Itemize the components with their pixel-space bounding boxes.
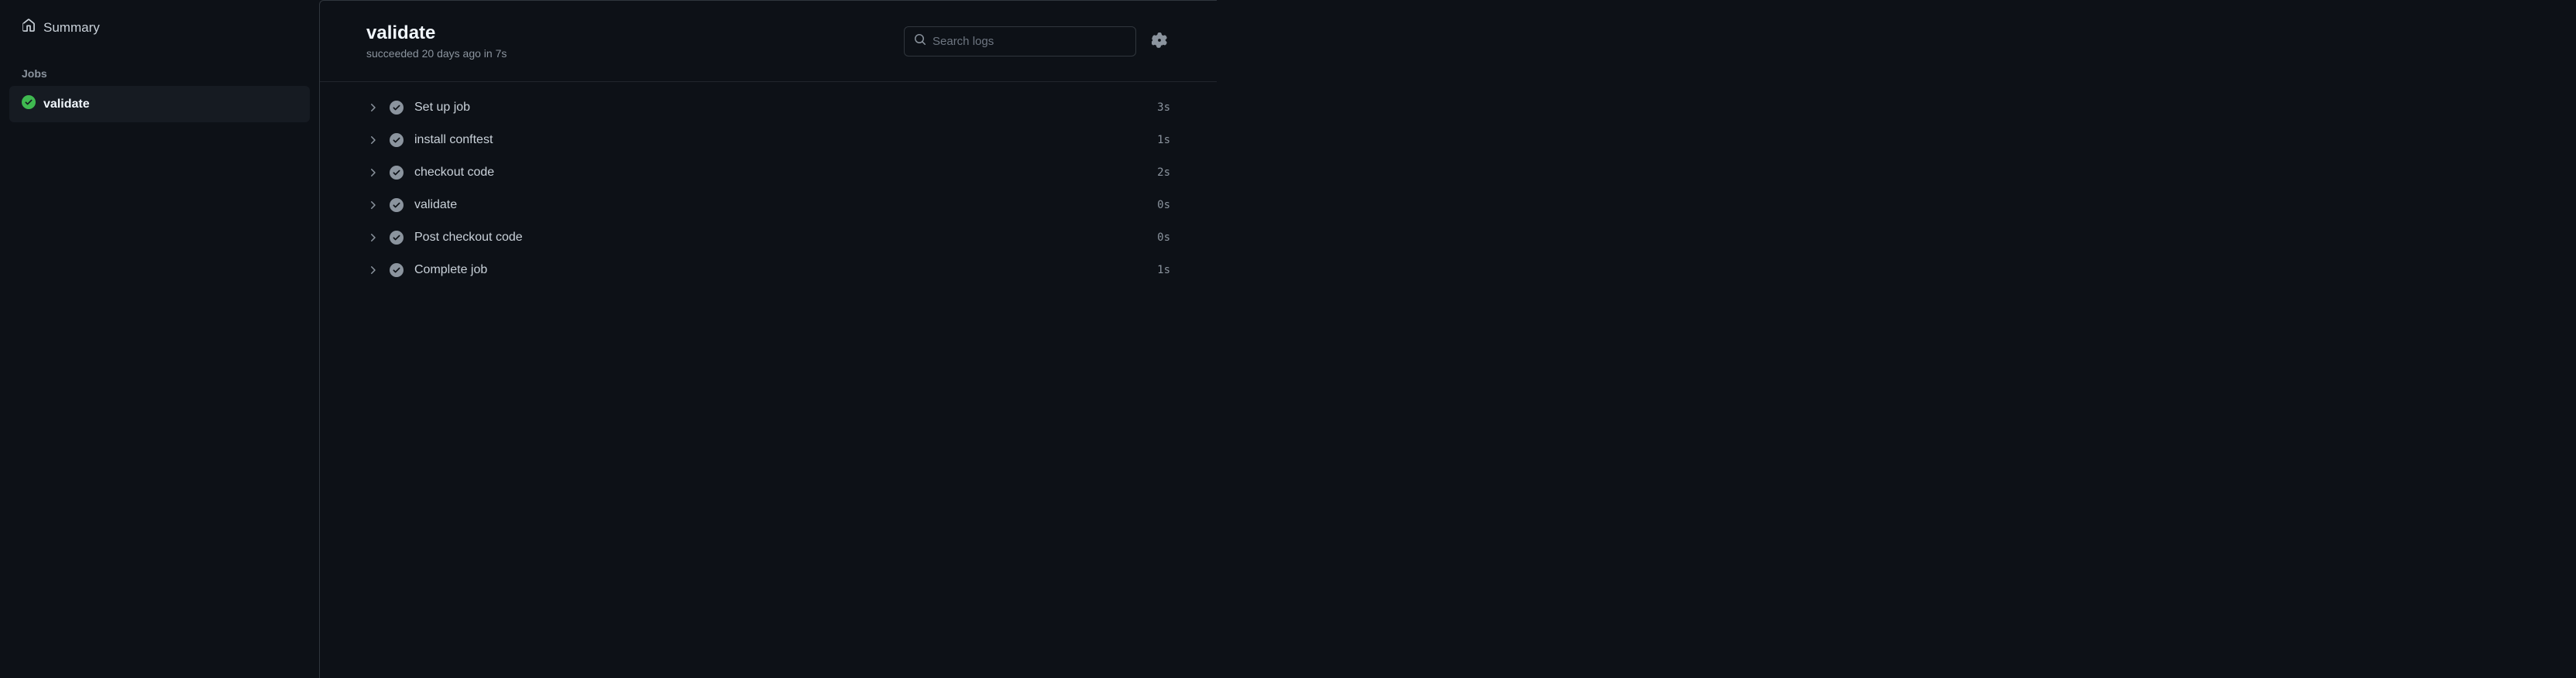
header-title-group: validate succeeded 20 days ago in 7s: [366, 22, 507, 60]
job-title: validate: [366, 22, 507, 44]
step-duration: 1s: [1157, 264, 1170, 276]
home-icon: [22, 19, 36, 36]
gear-icon: [1152, 33, 1167, 50]
check-circle-icon: [390, 133, 404, 147]
sidebar-job-label: validate: [43, 98, 90, 111]
right-empty-panel: [1217, 0, 2576, 678]
chevron-right-icon: [366, 101, 379, 114]
step-list: Set up job 3s install conftest 1s checko…: [320, 82, 1217, 296]
step-name: Set up job: [414, 101, 1146, 115]
chevron-right-icon: [366, 264, 379, 276]
sidebar: Summary Jobs validate: [0, 0, 319, 678]
step-duration: 1s: [1157, 134, 1170, 146]
search-input[interactable]: [933, 35, 1126, 48]
step-duration: 2s: [1157, 166, 1170, 179]
step-row[interactable]: Complete job 1s: [366, 254, 1170, 286]
header-actions: [904, 26, 1170, 56]
jobs-header: Jobs: [9, 55, 310, 86]
summary-link[interactable]: Summary: [9, 12, 310, 43]
step-name: install conftest: [414, 133, 1146, 147]
step-row[interactable]: Set up job 3s: [366, 91, 1170, 124]
check-circle-icon: [390, 198, 404, 212]
chevron-right-icon: [366, 199, 379, 211]
job-subtitle: succeeded 20 days ago in 7s: [366, 47, 507, 60]
step-name: validate: [414, 198, 1146, 212]
step-name: Post checkout code: [414, 231, 1146, 245]
check-circle-icon: [390, 263, 404, 277]
step-name: Complete job: [414, 263, 1146, 277]
settings-button[interactable]: [1149, 29, 1170, 53]
chevron-right-icon: [366, 166, 379, 179]
main-header: validate succeeded 20 days ago in 7s: [320, 1, 1217, 82]
check-circle-icon: [390, 231, 404, 245]
main-panel: validate succeeded 20 days ago in 7s: [319, 0, 1217, 678]
check-circle-icon: [390, 166, 404, 180]
step-row[interactable]: checkout code 2s: [366, 156, 1170, 189]
check-circle-icon: [22, 95, 36, 113]
check-circle-icon: [390, 101, 404, 115]
step-row[interactable]: validate 0s: [366, 189, 1170, 221]
summary-label: Summary: [43, 20, 100, 36]
step-row[interactable]: Post checkout code 0s: [366, 221, 1170, 254]
sidebar-job-validate[interactable]: validate: [9, 86, 310, 122]
step-name: checkout code: [414, 166, 1146, 180]
search-icon: [914, 33, 926, 50]
chevron-right-icon: [366, 231, 379, 244]
step-duration: 0s: [1157, 231, 1170, 244]
step-duration: 3s: [1157, 101, 1170, 114]
search-logs-wrapper[interactable]: [904, 26, 1136, 56]
step-row[interactable]: install conftest 1s: [366, 124, 1170, 156]
step-duration: 0s: [1157, 199, 1170, 211]
chevron-right-icon: [366, 134, 379, 146]
